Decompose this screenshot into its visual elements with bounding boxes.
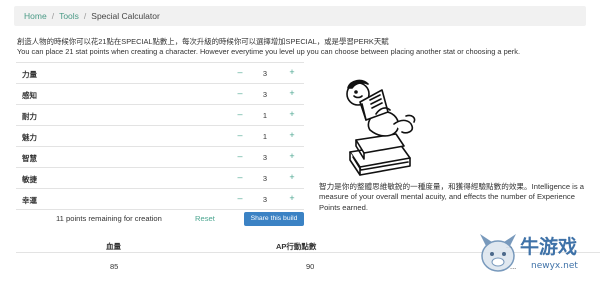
watermark-subtext: newyx.net [531,261,578,271]
decrease-stat-button[interactable]: – [234,88,246,98]
decrease-stat-button[interactable]: – [234,130,246,140]
points-remaining: 11 points remaining for creation [56,214,162,223]
intro-english: You can place 21 stat points when creati… [17,47,521,56]
decrease-stat-button[interactable]: – [234,109,246,119]
stat-table: 力量 – 3 + 感知 – 3 + 耐力 – 1 + 魅力 – 1 + 智慧 –… [16,62,304,210]
stat-name: 智慧 [22,154,37,163]
stat-row-strength: 力量 – 3 + [16,62,304,83]
stat-row-intelligence: 智慧 – 3 + [16,146,304,167]
ap-value: 90 [306,262,315,271]
stat-name: 耐力 [22,112,37,121]
breadcrumb-separator: / [51,11,55,21]
increase-stat-button[interactable]: + [286,109,298,119]
vault-boy-reading-illustration [346,79,416,176]
stat-row-perception: 感知 – 3 + [16,83,304,104]
stat-name: 魅力 [22,133,37,142]
decrease-stat-button[interactable]: – [234,151,246,161]
decrease-stat-button[interactable]: – [234,67,246,77]
stat-name: 敏捷 [22,175,37,184]
stat-value: 1 [262,132,268,141]
stat-value: 3 [262,90,268,99]
hp-value: 85 [110,262,119,271]
decrease-stat-button[interactable]: – [234,172,246,182]
watermark-text: 牛游戏 [520,235,577,258]
stat-row-charisma: 魅力 – 1 + [16,125,304,146]
stat-value: 3 [262,153,268,162]
stat-name: 力量 [22,70,37,79]
breadcrumb-home[interactable]: Home [24,11,47,21]
stat-row-endurance: 耐力 – 1 + [16,104,304,125]
stat-name: 幸運 [22,196,37,205]
column-header-ap: AP行動點數 [276,242,317,251]
intro-chinese: 創造人物的時候你可以花21點在SPECIAL點數上，每次升級的時候你可以選擇增加… [17,37,389,46]
stat-row-luck: 幸運 – 3 + [16,188,304,210]
share-build-button[interactable]: Share this build [244,212,304,226]
breadcrumb-current: Special Calculator [91,11,160,21]
decrease-stat-button[interactable]: – [234,193,246,203]
reset-button[interactable]: Reset [195,214,215,223]
increase-stat-button[interactable]: + [286,130,298,140]
stat-value: 1 [262,111,268,120]
stat-description: 智力是你的整體思維敏銳的一種度量，和獲得經驗點數的效果。Intelligence… [319,182,584,212]
column-header-hp: 血量 [106,242,121,251]
increase-stat-button[interactable]: + [286,172,298,182]
stat-row-agility: 敏捷 – 3 + [16,167,304,188]
increase-stat-button[interactable]: + [286,67,298,77]
stat-value: 3 [262,174,268,183]
breadcrumb-separator: / [83,11,87,21]
stat-value: 3 [262,69,268,78]
stat-name: 感知 [22,91,37,100]
stat-value: 3 [262,195,268,204]
increase-stat-button[interactable]: + [286,193,298,203]
breadcrumb: Home / Tools / Special Calculator [14,6,586,26]
increase-stat-button[interactable]: + [286,88,298,98]
breadcrumb-tools[interactable]: Tools [59,11,79,21]
site-watermark-logo: 牛游戏 newyx.net [480,234,578,272]
increase-stat-button[interactable]: + [286,151,298,161]
